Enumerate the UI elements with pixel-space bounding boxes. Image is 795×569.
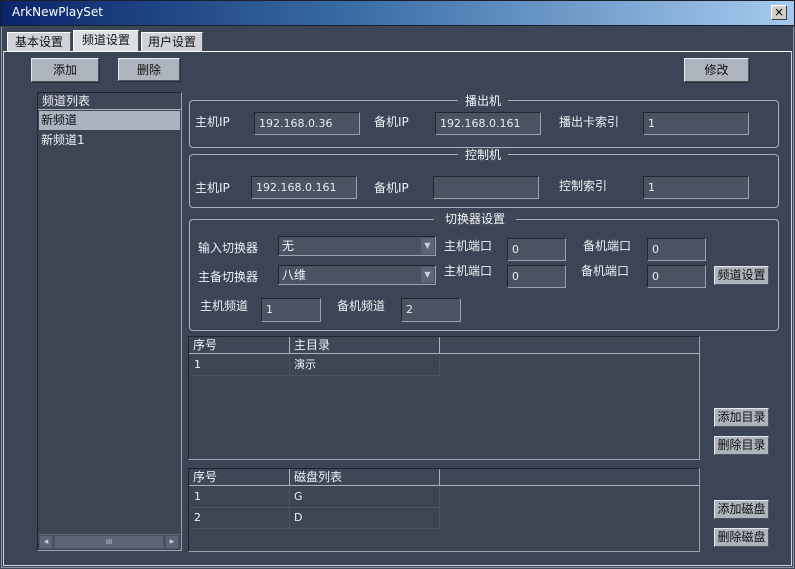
control-backup-ip-input[interactable] [433,176,539,199]
main-backup-switcher-value: 八维 [282,268,307,282]
scroll-thumb[interactable]: III [55,536,163,548]
mb-main-port-input[interactable]: 0 [507,265,566,288]
main-channel-label: 主机频道 [200,299,249,313]
add-channel-button[interactable]: 添加 [31,58,99,82]
directory-col-main-dir[interactable]: 主目录 [290,337,440,353]
tab-channel-settings[interactable]: 频道设置 [73,30,139,52]
backup-channel-input[interactable]: 2 [401,298,461,322]
playout-card-index-label: 播出卡索引 [559,115,620,129]
disk-index-cell: 2 [190,508,290,528]
disk-table-header: 序号 磁盘列表 [189,469,699,486]
control-main-ip-label: 主机IP [195,181,230,195]
main-channel-input[interactable]: 1 [261,298,321,322]
backup-channel-label: 备机频道 [337,299,386,313]
directory-table-header: 序号 主目录 [189,337,699,354]
table-row[interactable]: 2 D [190,508,440,529]
directory-col-index[interactable]: 序号 [189,337,290,353]
add-directory-button[interactable]: 添加目录 [714,408,769,427]
switcher-group-title: 切换器设置 [434,212,516,226]
channel-list-item[interactable]: 新频道1 [39,131,180,150]
playout-backup-ip-input[interactable]: 192.168.0.161 [435,112,541,135]
control-backup-ip-label: 备机IP [374,181,409,195]
input-backup-port-label: 备机端口 [583,239,632,253]
window-title: ArkNewPlaySet [12,5,103,19]
disk-index-cell: 1 [190,487,290,507]
control-main-ip-input[interactable]: 192.168.0.161 [251,176,357,199]
channel-list-item[interactable]: 新频道 [39,111,180,130]
input-switcher-value: 无 [282,239,295,253]
close-button[interactable]: × [771,5,787,20]
input-switcher-label: 输入切换器 [198,241,259,255]
table-row[interactable]: 1 G [190,487,440,508]
tab-basic-settings[interactable]: 基本设置 [7,32,71,51]
playout-backup-ip-label: 备机IP [374,115,409,129]
mb-main-port-label: 主机端口 [444,264,493,278]
title-bar [0,0,795,26]
modify-button[interactable]: 修改 [684,58,749,82]
disk-col-index[interactable]: 序号 [189,469,290,485]
close-icon: × [773,5,785,19]
control-index-label: 控制索引 [559,179,608,193]
disk-name-cell: D [290,508,440,528]
channel-list[interactable]: 频道列表 新频道 新频道1 ◂ III ▸ [37,92,182,551]
scroll-left-icon[interactable]: ◂ [40,536,52,548]
main-backup-switcher-select[interactable]: 八维 ▼ [278,265,436,285]
channel-settings-button[interactable]: 频道设置 [714,266,769,285]
table-row[interactable]: 1 演示 [190,355,440,376]
directory-name-cell: 演示 [290,355,440,375]
playout-main-ip-input[interactable]: 192.168.0.36 [254,112,360,135]
mb-backup-port-label: 备机端口 [581,264,630,278]
disk-name-cell: G [290,487,440,507]
main-backup-switcher-label: 主备切换器 [198,270,259,284]
delete-disk-button[interactable]: 删除磁盘 [714,528,769,547]
add-disk-button[interactable]: 添加磁盘 [714,500,769,519]
control-group-title: 控制机 [458,148,508,162]
disk-table[interactable]: 序号 磁盘列表 1 G 2 D [188,468,700,552]
tab-user-settings[interactable]: 用户设置 [141,32,203,51]
playout-main-ip-label: 主机IP [195,115,230,129]
chevron-down-icon[interactable]: ▼ [421,267,434,283]
channel-list-header: 频道列表 [38,93,181,110]
directory-table[interactable]: 序号 主目录 1 演示 [188,336,700,460]
delete-directory-button[interactable]: 删除目录 [714,436,769,455]
input-switcher-select[interactable]: 无 ▼ [278,236,436,256]
channel-list-header-label: 频道列表 [42,94,91,108]
playout-card-index-input[interactable]: 1 [643,112,749,135]
input-backup-port-input[interactable]: 0 [647,238,706,261]
chevron-down-icon[interactable]: ▼ [421,238,434,254]
disk-col-disk-list[interactable]: 磁盘列表 [290,469,440,485]
delete-channel-button[interactable]: 删除 [118,58,180,81]
input-main-port-input[interactable]: 0 [507,238,566,261]
scroll-right-icon[interactable]: ▸ [166,536,178,548]
control-index-input[interactable]: 1 [643,176,749,199]
input-main-port-label: 主机端口 [444,239,493,253]
playout-group-title: 播出机 [458,94,508,108]
horizontal-scrollbar[interactable]: ◂ III ▸ [39,534,180,549]
mb-backup-port-input[interactable]: 0 [647,265,706,288]
directory-index-cell: 1 [190,355,290,375]
